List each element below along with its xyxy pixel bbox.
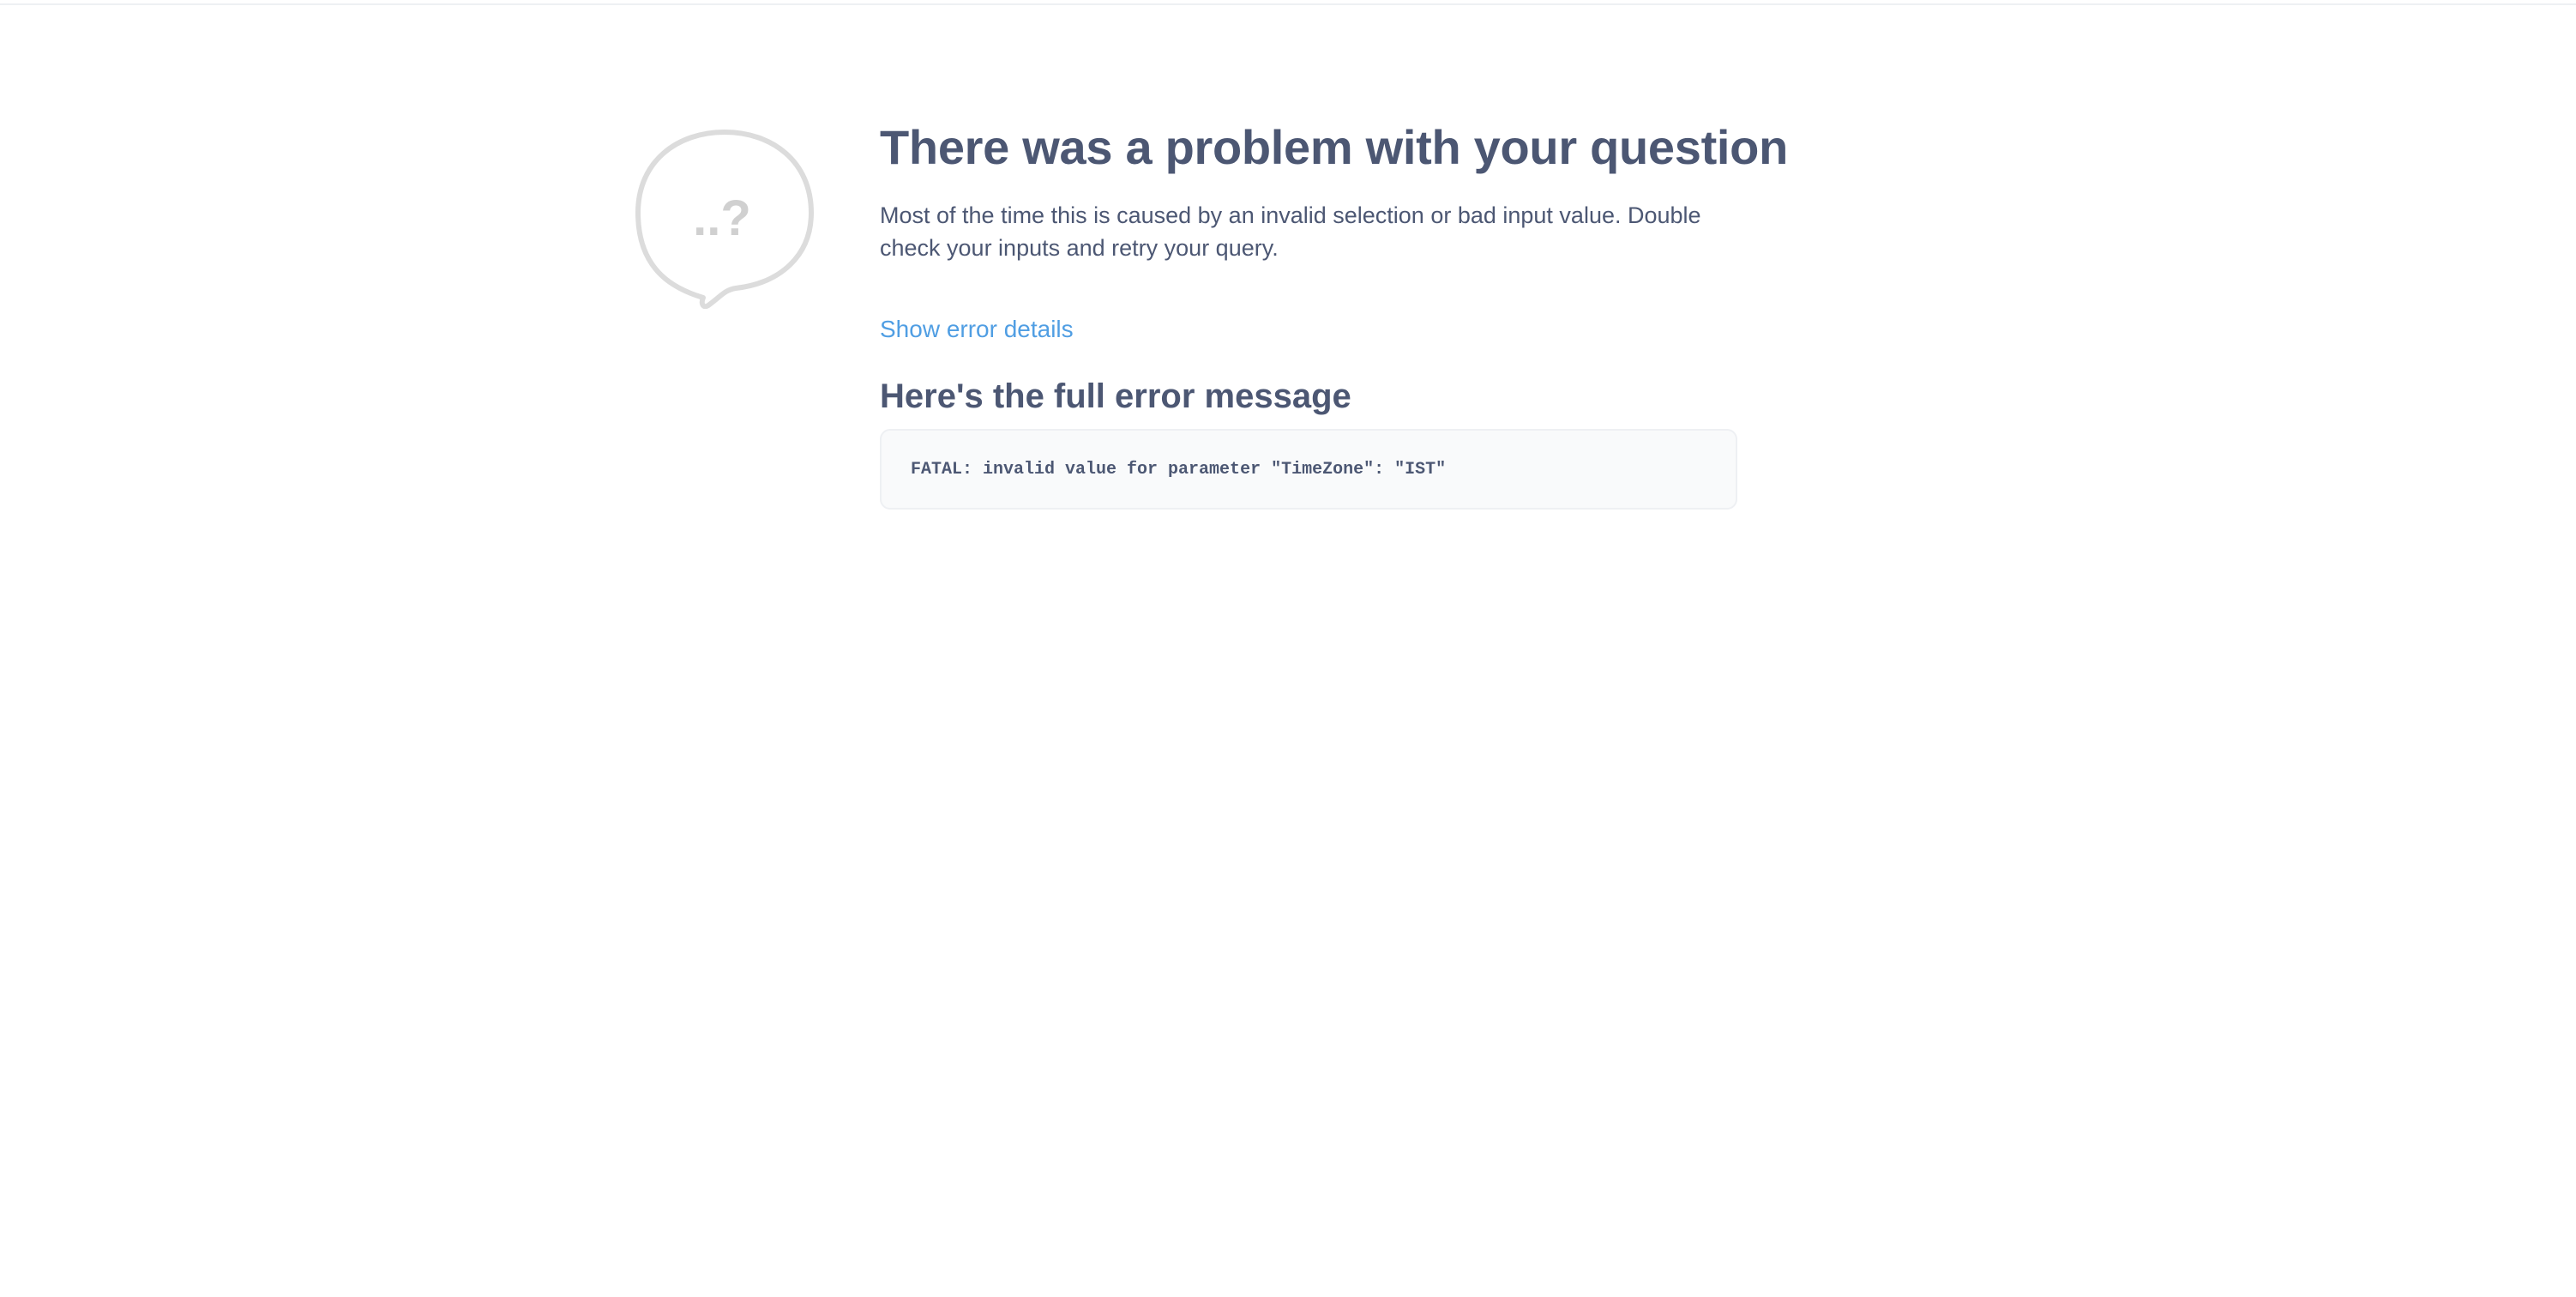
error-message-box: FATAL: invalid value for parameter "Time…	[880, 429, 1737, 510]
error-content: There was a problem with your question M…	[880, 120, 1788, 510]
illustration-glyph: ..?	[693, 190, 751, 246]
error-description: Most of the time this is caused by an in…	[880, 202, 1701, 261]
show-error-details-link[interactable]: Show error details	[880, 314, 1074, 345]
speech-bubble-question-icon: ..?	[635, 127, 815, 310]
error-message-text: FATAL: invalid value for parameter "Time…	[911, 459, 1447, 480]
top-divider	[0, 0, 2576, 5]
full-error-heading: Here's the full error message	[880, 377, 1351, 415]
error-title: There was a problem with your question	[880, 120, 1788, 174]
